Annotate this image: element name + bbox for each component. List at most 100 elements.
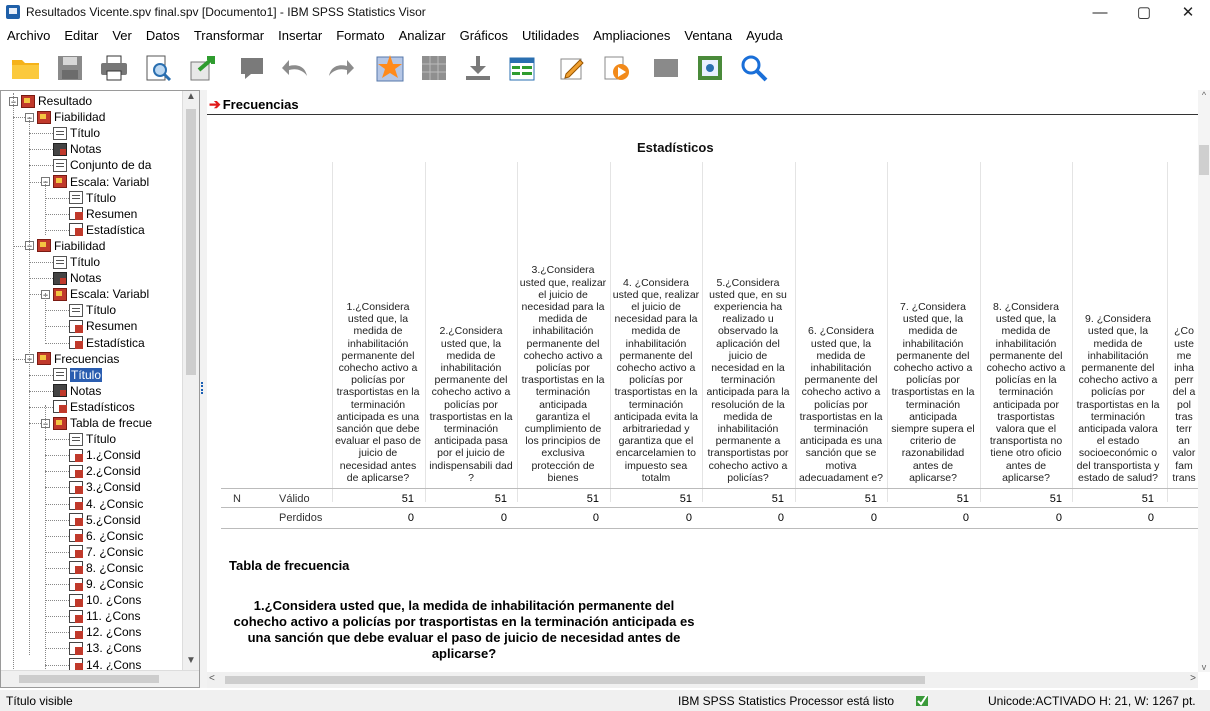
- title-item-icon: [53, 126, 67, 140]
- export-icon[interactable]: [186, 52, 218, 84]
- tree-connector: [45, 648, 69, 650]
- scroll-down-icon[interactable]: v: [1198, 662, 1210, 672]
- outline-item[interactable]: − Fiabilidad: [25, 109, 105, 125]
- outline-item[interactable]: 1.¿Consid: [69, 447, 141, 463]
- outline-item[interactable]: 11. ¿Cons: [69, 608, 140, 624]
- outline-item[interactable]: 2.¿Consid: [69, 463, 141, 479]
- menu-formato[interactable]: Formato: [329, 28, 391, 43]
- outline-item[interactable]: Conjunto de da: [53, 157, 151, 173]
- outline-item[interactable]: Resumen: [69, 206, 137, 222]
- outline-item-label: 5.¿Consid: [86, 512, 141, 527]
- undo-icon[interactable]: [280, 52, 312, 84]
- open-folder-icon[interactable]: [10, 52, 42, 84]
- menu-graficos[interactable]: Gráficos: [453, 28, 515, 43]
- outline-item[interactable]: 8. ¿Consic: [69, 560, 143, 576]
- outline-hscroll-thumb[interactable]: [19, 675, 159, 683]
- outline-item[interactable]: − Escala: Variabl: [41, 174, 149, 190]
- search-icon[interactable]: [738, 52, 770, 84]
- menu-utilidades[interactable]: Utilidades: [515, 28, 586, 43]
- scroll-up-icon[interactable]: ^: [1198, 90, 1210, 100]
- select-last-output-icon[interactable]: [650, 52, 682, 84]
- outline-item[interactable]: Notas: [53, 383, 101, 399]
- output-hscroll-thumb[interactable]: [225, 676, 925, 684]
- output-scroll-thumb[interactable]: [1199, 145, 1209, 175]
- close-button[interactable]: ✕: [1166, 0, 1210, 24]
- output-horizontal-scrollbar[interactable]: < >: [207, 672, 1198, 688]
- outline-item[interactable]: 4. ¿Consic: [69, 496, 143, 512]
- outline-vertical-scrollbar[interactable]: ▲ ▼: [182, 91, 199, 671]
- save-icon[interactable]: [54, 52, 86, 84]
- menu-archivo[interactable]: Archivo: [0, 28, 57, 43]
- output-book-icon: [37, 352, 51, 366]
- column-divider: [425, 162, 426, 502]
- scroll-up-icon[interactable]: ▲: [183, 91, 199, 107]
- maximize-button[interactable]: ▢: [1122, 0, 1166, 24]
- outline-item[interactable]: Estadística: [69, 222, 145, 238]
- menu-analizar[interactable]: Analizar: [392, 28, 453, 43]
- outline-item[interactable]: Título: [53, 125, 100, 141]
- menu-ver[interactable]: Ver: [105, 28, 139, 43]
- outline-item[interactable]: − Escala: Variabl: [41, 286, 149, 302]
- outline-item[interactable]: Título: [69, 190, 116, 206]
- edit-icon[interactable]: [556, 52, 588, 84]
- outline-item[interactable]: Título: [53, 367, 103, 383]
- tree-connector: [45, 405, 46, 669]
- splitter-grip[interactable]: [201, 382, 206, 394]
- outline-item[interactable]: 6. ¿Consic: [69, 528, 143, 544]
- goto-case-icon[interactable]: [374, 52, 406, 84]
- menu-ayuda[interactable]: Ayuda: [739, 28, 790, 43]
- outline-item[interactable]: Notas: [53, 270, 101, 286]
- outline-item[interactable]: Título: [69, 431, 116, 447]
- minimize-button[interactable]: —: [1078, 0, 1122, 24]
- variables-icon[interactable]: [462, 52, 494, 84]
- outline-item[interactable]: Estadísticos: [53, 399, 135, 415]
- menu-insertar[interactable]: Insertar: [271, 28, 329, 43]
- table-rule: [221, 507, 1198, 508]
- outline-item[interactable]: Estadística: [69, 335, 145, 351]
- tree-connector: [45, 584, 69, 585]
- scroll-right-icon[interactable]: >: [1190, 673, 1196, 684]
- outline-item[interactable]: 5.¿Consid: [69, 512, 141, 528]
- outline-item[interactable]: − Resultado: [9, 93, 92, 109]
- menu-ventana[interactable]: Ventana: [677, 28, 739, 43]
- outline-item[interactable]: Resumen: [69, 318, 137, 334]
- outline-item[interactable]: Título: [53, 254, 100, 270]
- menu-transformar[interactable]: Transformar: [187, 28, 271, 43]
- show-selected-icon[interactable]: [694, 52, 726, 84]
- outline-item[interactable]: Notas: [53, 141, 101, 157]
- output-book-icon: [53, 416, 67, 430]
- outline-item[interactable]: 13. ¿Cons: [69, 640, 141, 656]
- outline-item[interactable]: 3.¿Consid: [69, 479, 141, 495]
- section-title: Frecuencias: [222, 96, 299, 112]
- print-icon[interactable]: [98, 52, 130, 84]
- cell-missing: 0: [870, 512, 877, 524]
- tree-connector: [29, 406, 53, 408]
- outline-item[interactable]: − Tabla de frecue: [41, 415, 152, 431]
- outline-item[interactable]: 7. ¿Consic: [69, 544, 143, 560]
- designate-window-icon[interactable]: [600, 52, 632, 84]
- output-vertical-scrollbar[interactable]: ^ v: [1198, 90, 1210, 672]
- tree-connector: [45, 567, 69, 569]
- insert-table-icon[interactable]: [506, 52, 538, 84]
- scroll-down-icon[interactable]: ▼: [183, 655, 199, 671]
- outline-item[interactable]: Título: [69, 302, 116, 318]
- outline-scroll-thumb[interactable]: [186, 109, 196, 375]
- section-header[interactable]: ➔ Frecuencias: [207, 94, 1198, 115]
- outline-item[interactable]: − Fiabilidad: [25, 238, 105, 254]
- recall-dialog-icon[interactable]: [236, 52, 268, 84]
- output-book-icon: [53, 175, 67, 188]
- scroll-left-icon[interactable]: <: [209, 673, 215, 684]
- menu-ampliaciones[interactable]: Ampliaciones: [586, 28, 677, 43]
- outline-item[interactable]: 9. ¿Consic: [69, 576, 143, 592]
- redo-icon[interactable]: [324, 52, 356, 84]
- outline-item[interactable]: − Frecuencias: [25, 351, 119, 367]
- print-preview-icon[interactable]: [142, 52, 174, 84]
- goto-variable-icon[interactable]: [418, 52, 450, 84]
- menu-editar[interactable]: Editar: [57, 28, 105, 43]
- table-item-icon: [69, 593, 83, 607]
- outline-horizontal-scrollbar[interactable]: [1, 670, 199, 687]
- outline-item[interactable]: 10. ¿Cons: [69, 592, 141, 608]
- menu-datos[interactable]: Datos: [139, 28, 187, 43]
- tree-connector: [13, 117, 25, 119]
- outline-item[interactable]: 12. ¿Cons: [69, 624, 141, 640]
